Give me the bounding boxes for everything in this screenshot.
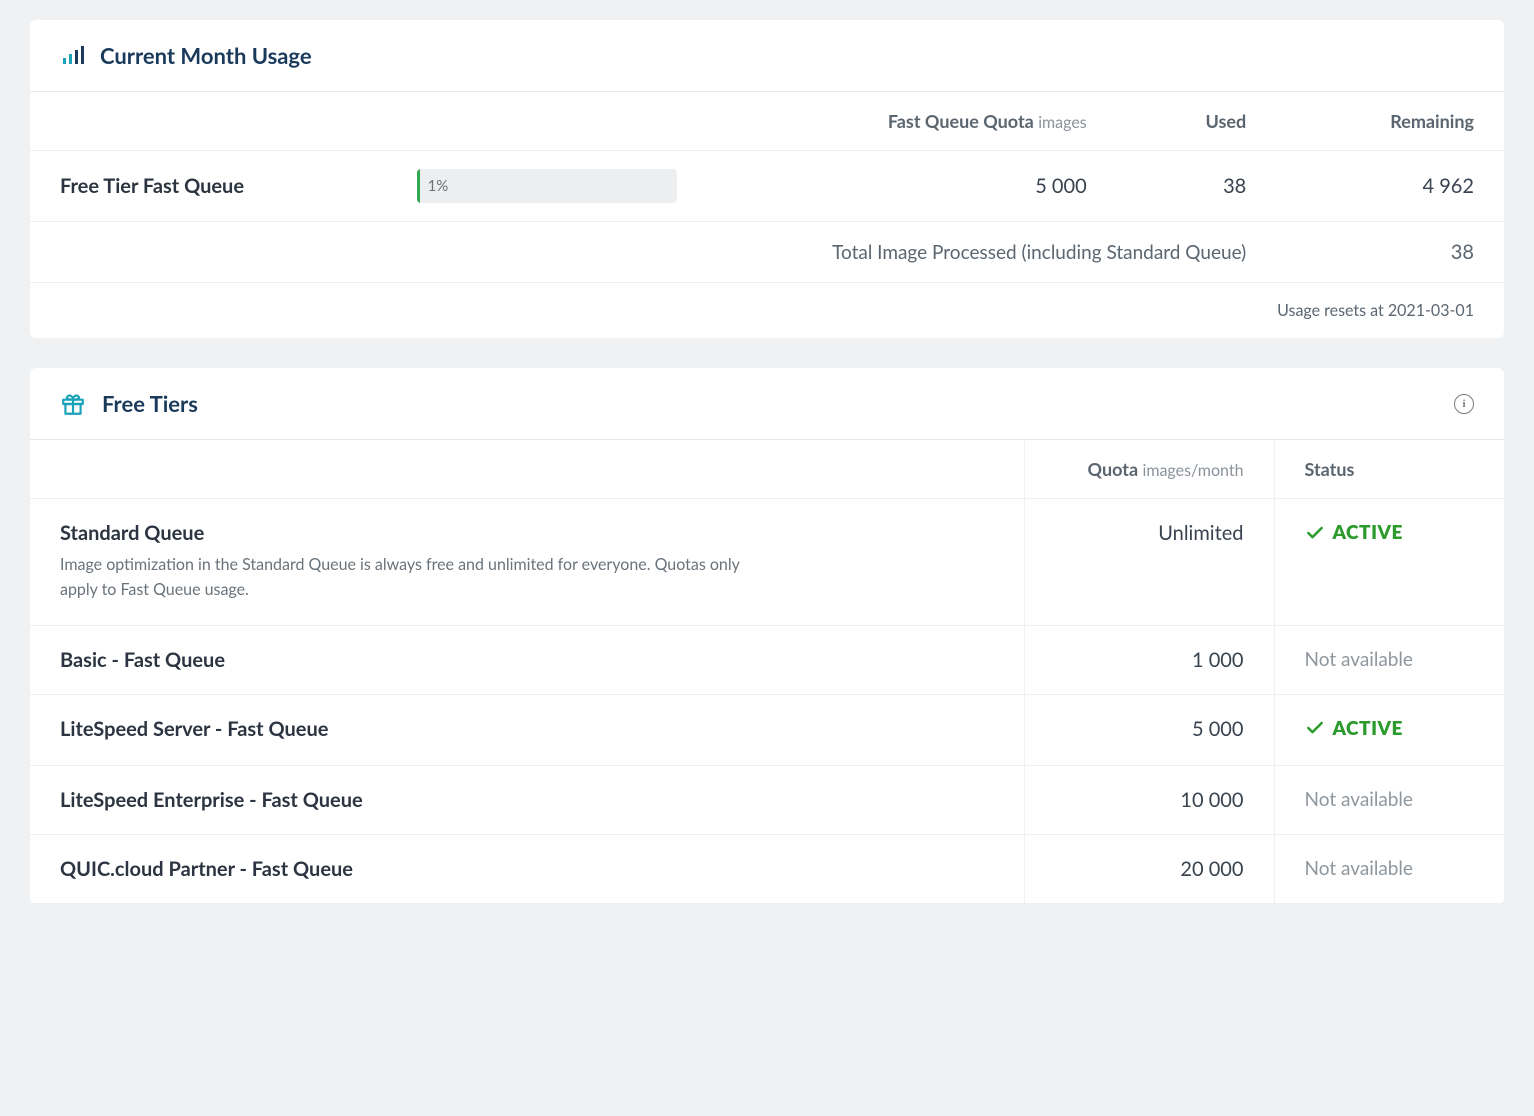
usage-total-label: Total Image Processed (including Standar… [30,222,1276,283]
tier-quota: 20 000 [1024,835,1274,904]
gift-icon [60,391,86,417]
tier-row: QUIC.cloud Partner - Fast Queue20 000 Not… [30,835,1504,904]
usage-total-value: 38 [1276,222,1504,283]
tier-row: LiteSpeed Enterprise - Fast Queue10 000 N… [30,766,1504,835]
tier-status: Not available [1274,625,1504,694]
status-not-available: Not available [1305,788,1413,811]
tier-row: Basic - Fast Queue1 000 Not available [30,625,1504,694]
usage-row: Free Tier Fast Queue 1% 5 000 38 4 962 [30,151,1504,222]
usage-panel-title: Current Month Usage [100,42,312,69]
tiers-col-quota: Quota images/month [1024,440,1274,499]
tier-quota: 5 000 [1024,694,1274,766]
check-icon [1305,523,1325,543]
tier-status: ACTIVE [1274,499,1504,626]
tier-quota: 10 000 [1024,766,1274,835]
tiers-panel-title: Free Tiers [102,390,198,417]
tiers-panel: Free Tiers i Quota images/month Status S… [30,368,1504,904]
tiers-table: Quota images/month Status Standard Queue… [30,440,1504,904]
usage-row-used: 38 [1117,151,1277,222]
tier-name: Basic - Fast Queue [30,625,1024,694]
tier-quota: Unlimited [1024,499,1274,626]
tier-status: Not available [1274,835,1504,904]
tier-row: LiteSpeed Server - Fast Queue5 000 ACTIVE [30,694,1504,766]
usage-progress-bar: 1% [417,169,677,203]
usage-col-quota: Fast Queue Quota images [707,92,1117,151]
tier-name: Standard QueueImage optimization in the … [30,499,1024,626]
usage-col-quota-sub: images [1038,113,1087,132]
tier-name: LiteSpeed Enterprise - Fast Queue [30,766,1024,835]
usage-row-remaining: 4 962 [1276,151,1504,222]
info-icon[interactable]: i [1454,394,1474,414]
check-icon [1305,718,1325,738]
usage-table: Fast Queue Quota images Used Remaining F… [30,92,1504,283]
tiers-col-quota-sub: images/month [1142,461,1243,480]
usage-row-quota: 5 000 [707,151,1117,222]
usage-col-used: Used [1117,92,1277,151]
tier-name: QUIC.cloud Partner - Fast Queue [30,835,1024,904]
usage-row-label: Free Tier Fast Queue [30,151,417,222]
usage-col-quota-label: Fast Queue Quota [888,110,1034,132]
usage-reset-note: Usage resets at 2021-03-01 [30,283,1504,338]
status-not-available: Not available [1305,648,1413,671]
tier-name: LiteSpeed Server - Fast Queue [30,694,1024,766]
tier-quota: 1 000 [1024,625,1274,694]
status-not-available: Not available [1305,857,1413,880]
tiers-col-status: Status [1274,440,1504,499]
usage-progress-text: 1% [420,177,449,195]
status-active-badge: ACTIVE [1305,717,1403,740]
bar-chart-icon [60,44,84,68]
tiers-col-quota-label: Quota [1088,458,1139,480]
tier-status: ACTIVE [1274,694,1504,766]
usage-total-row: Total Image Processed (including Standar… [30,222,1504,283]
usage-panel: Current Month Usage Fast Queue Quota ima… [30,20,1504,338]
tiers-panel-header: Free Tiers i [30,368,1504,440]
status-active-badge: ACTIVE [1305,521,1403,544]
usage-panel-header: Current Month Usage [30,20,1504,92]
usage-col-remaining: Remaining [1276,92,1504,151]
tier-row: Standard QueueImage optimization in the … [30,499,1504,626]
tier-desc: Image optimization in the Standard Queue… [60,553,750,603]
tier-status: Not available [1274,766,1504,835]
